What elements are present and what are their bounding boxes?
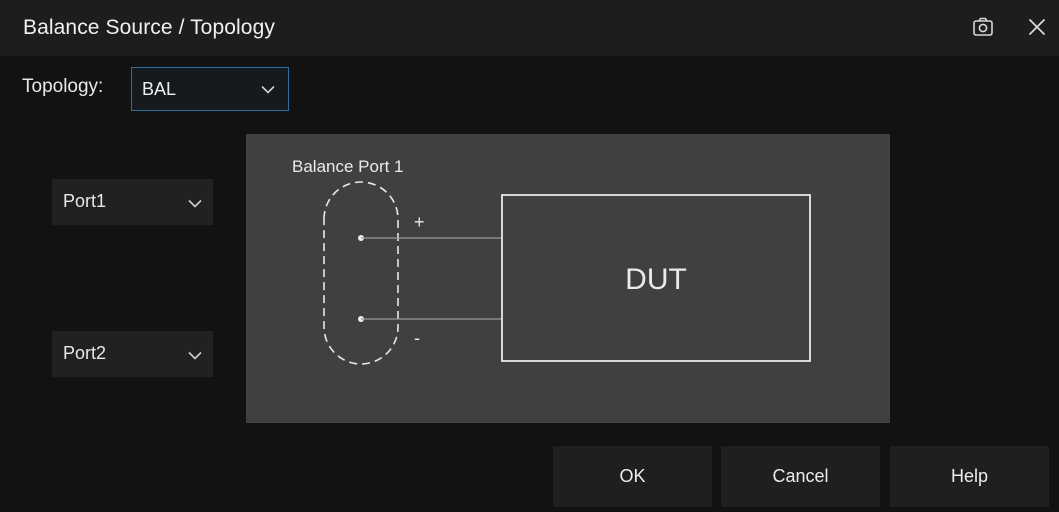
diagram-title: Balance Port 1 xyxy=(292,157,404,176)
title-bar: Balance Source / Topology xyxy=(0,0,1059,56)
chevron-down-icon xyxy=(188,351,202,360)
port1-dropdown[interactable]: Port1 xyxy=(52,179,213,225)
camera-icon[interactable] xyxy=(968,14,998,40)
close-icon[interactable] xyxy=(1022,12,1052,42)
topology-label: Topology: xyxy=(22,76,104,97)
topology-dropdown[interactable]: BAL xyxy=(131,67,289,111)
chevron-down-icon xyxy=(188,199,202,208)
topology-diagram-panel: Balance Port 1 + - DUT xyxy=(246,134,890,423)
port2-value: Port2 xyxy=(63,343,107,363)
port2-dropdown[interactable]: Port2 xyxy=(52,331,213,377)
minus-label: - xyxy=(414,328,420,348)
topology-selected-value: BAL xyxy=(142,79,177,99)
balance-topology-dialog: Balance Source / Topology Topology: BAL … xyxy=(0,0,1059,512)
ok-button[interactable]: OK xyxy=(553,446,712,507)
topology-diagram: Balance Port 1 + - DUT xyxy=(292,157,811,365)
cancel-button[interactable]: Cancel xyxy=(721,446,880,507)
chevron-down-icon xyxy=(261,85,275,94)
plus-label: + xyxy=(414,212,425,232)
dialog-title: Balance Source / Topology xyxy=(23,16,275,39)
balance-port-outline xyxy=(323,181,399,365)
help-button[interactable]: Help xyxy=(890,446,1049,507)
dut-label: DUT xyxy=(625,263,687,296)
port1-value: Port1 xyxy=(63,191,107,211)
